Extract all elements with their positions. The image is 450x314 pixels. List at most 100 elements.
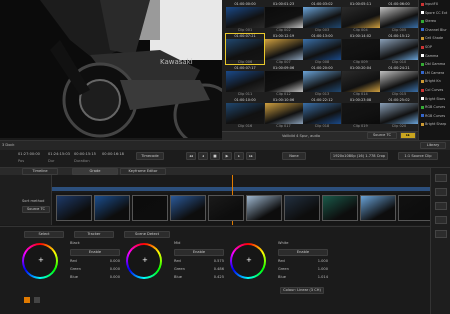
wheel-value-row[interactable]: Blue 0.425 [174, 275, 224, 281]
timeline-clip[interactable] [208, 195, 244, 221]
library-thumb[interactable]: 01:00:24:21 Clip 015 [380, 66, 418, 96]
wheel-enable-toggle[interactable]: Enable [174, 249, 224, 256]
tab-timeline[interactable]: Timeline [22, 168, 58, 175]
wheel-channel-value[interactable]: 0.425 [214, 275, 224, 279]
save-icon[interactable] [34, 297, 40, 303]
grade-tab-select[interactable]: Select [24, 231, 64, 238]
effect-item[interactable]: RGB Curves [421, 114, 450, 120]
timeline-clip[interactable] [284, 195, 320, 221]
prev-frame-button[interactable]: ◂◂ [186, 152, 196, 160]
library-button[interactable]: Library [420, 142, 446, 149]
colour-wheel[interactable]: + [22, 243, 58, 279]
library-thumb[interactable]: 01:00:23:08 Clip 019 [341, 98, 380, 128]
effect-item[interactable]: Bright Kn [421, 79, 450, 85]
timeline-clip[interactable] [170, 195, 206, 221]
colour-wheel[interactable]: + [126, 243, 162, 279]
wheel-enable-toggle[interactable]: Enable [278, 249, 328, 256]
wheel-channel-value[interactable]: 0.486 [214, 267, 224, 271]
folder-icon[interactable] [24, 297, 30, 303]
library-thumb[interactable]: 01:00:03:02 Clip 003 [303, 2, 341, 32]
wheel-handle-icon[interactable]: + [38, 257, 44, 264]
step-back-button[interactable]: ◂ [198, 152, 208, 160]
tab-keyframe-editor[interactable]: Keyframe Editor [120, 168, 166, 175]
library-thumb[interactable]: 01:00:22:12 Clip 018 [303, 98, 341, 128]
play-button[interactable]: ▶ [222, 152, 232, 160]
wheel-handle-icon[interactable]: + [246, 257, 252, 264]
wheel-value-row[interactable]: Red 0.575 [174, 259, 224, 265]
source-clip-select[interactable]: 1:1 Source Clip [398, 152, 438, 160]
library-thumb[interactable]: 01:00:20:00 Clip 013 [303, 66, 341, 96]
sort-method-select[interactable]: Source TC [22, 206, 50, 213]
source-tc-button[interactable]: Source TC [367, 132, 397, 139]
library-thumb[interactable]: 01:00:06:00 Clip 005 [380, 2, 418, 32]
library-thumb[interactable]: 01:00:10:00 Clip 016 [226, 98, 264, 128]
wheel-value-row[interactable]: Blue 0.000 [70, 275, 120, 281]
library-thumb[interactable]: 01:00:01:23 Clip 002 [264, 2, 303, 32]
timeline-clip[interactable] [94, 195, 130, 221]
tool-button-3[interactable] [435, 202, 447, 210]
effect-item[interactable]: Cell Shade [421, 36, 450, 42]
effect-item[interactable]: Bright Stars [421, 97, 450, 103]
next-frame-button[interactable]: ▸▸ [246, 152, 256, 160]
colour-wheel[interactable]: + [230, 243, 266, 279]
format-select[interactable]: 1920x1080p (16) 1.778 Crop [330, 152, 388, 160]
wheel-channel-value[interactable]: 1.000 [318, 267, 328, 271]
timeline-clip[interactable] [360, 195, 396, 221]
tool-button-4[interactable] [435, 216, 447, 224]
library-thumb[interactable]: 01:00:15:12 Clip 010 [380, 34, 418, 64]
effect-item[interactable]: Col Curves [421, 88, 450, 94]
wheel-value-row[interactable]: Blue 1.014 [278, 275, 328, 281]
mode-select[interactable]: None [282, 152, 306, 160]
library-thumb[interactable]: 01:00:09:06 Clip 012 [264, 66, 303, 96]
effect-item[interactable]: Spore CC Ext [421, 11, 450, 17]
wheel-channel-value[interactable]: 0.000 [110, 275, 120, 279]
timecode-button[interactable]: Timecode [136, 152, 164, 160]
wheel-channel-value[interactable]: 1.000 [318, 259, 328, 263]
effect-item[interactable]: RGB Curves [421, 105, 450, 111]
wheel-value-row[interactable]: Red 1.000 [278, 259, 328, 265]
timeline-clip[interactable] [56, 195, 92, 221]
timeline-ruler[interactable] [52, 175, 430, 193]
tab-grade[interactable]: Grade [72, 168, 118, 175]
effect-item[interactable]: LM Camera [421, 71, 450, 77]
library-thumb[interactable]: 01:00:25:02 Clip 020 [380, 98, 418, 128]
library-thumb[interactable]: 01:00:14:02 Clip 009 [341, 34, 380, 64]
library-thumb[interactable]: 01:00:13:00 Clip 008 [303, 34, 341, 64]
wheel-channel-value[interactable]: 0.000 [110, 259, 120, 263]
effect-item[interactable]: Stereo [421, 19, 450, 25]
wheel-value-row[interactable]: Green 0.000 [70, 267, 120, 273]
library-thumb[interactable]: 01:00:05:11 Clip 004 [341, 2, 380, 32]
library-toggle-button[interactable]: ▸▸ [400, 132, 416, 139]
timeline-clip[interactable] [322, 195, 358, 221]
effect-item[interactable]: Dbl Gamma [421, 62, 450, 68]
grade-tab-tracker[interactable]: Tracker [74, 231, 114, 238]
timeline-clip[interactable] [398, 195, 434, 221]
library-thumb[interactable]: 01:00:07:17 Clip 011 [226, 66, 264, 96]
effect-item[interactable]: Bright Sharp [421, 122, 450, 128]
stop-button[interactable]: ■ [210, 152, 220, 160]
library-thumb[interactable]: 01:00:10:06 Clip 017 [264, 98, 303, 128]
timeline[interactable]: Sort method Source TC [0, 175, 434, 225]
wheel-enable-toggle[interactable]: Enable [70, 249, 120, 256]
library-thumb[interactable]: 01:00:12:19 Clip 007 [264, 34, 303, 64]
effect-item[interactable]: Channel Blur [421, 28, 450, 34]
timeline-clip[interactable] [132, 195, 168, 221]
tool-button-2[interactable] [435, 188, 447, 196]
wheel-channel-value[interactable]: 0.000 [110, 267, 120, 271]
wheel-channel-value[interactable]: 1.014 [318, 275, 328, 279]
library-thumb[interactable]: 01:00:20:04 Clip 014 [341, 66, 380, 96]
grade-tab-scene-detect[interactable]: Scene Detect [124, 231, 170, 238]
tool-button-5[interactable] [435, 230, 447, 238]
timeline-clip[interactable] [246, 195, 282, 221]
tool-button-1[interactable] [435, 174, 447, 182]
wheel-handle-icon[interactable]: + [142, 257, 148, 264]
wheel-value-row[interactable]: Red 0.000 [70, 259, 120, 265]
wheel-value-row[interactable]: Green 0.486 [174, 267, 224, 273]
step-forward-button[interactable]: ▸ [234, 152, 244, 160]
effect-item[interactable]: InputFX [421, 2, 450, 8]
effect-item[interactable]: Gamma [421, 54, 450, 60]
effect-item[interactable]: SOP [421, 45, 450, 51]
wheel-value-row[interactable]: Green 1.000 [278, 267, 328, 273]
wheel-channel-value[interactable]: 0.575 [214, 259, 224, 263]
library-thumb[interactable]: 01:00:00:00 Clip 001 [226, 2, 264, 32]
